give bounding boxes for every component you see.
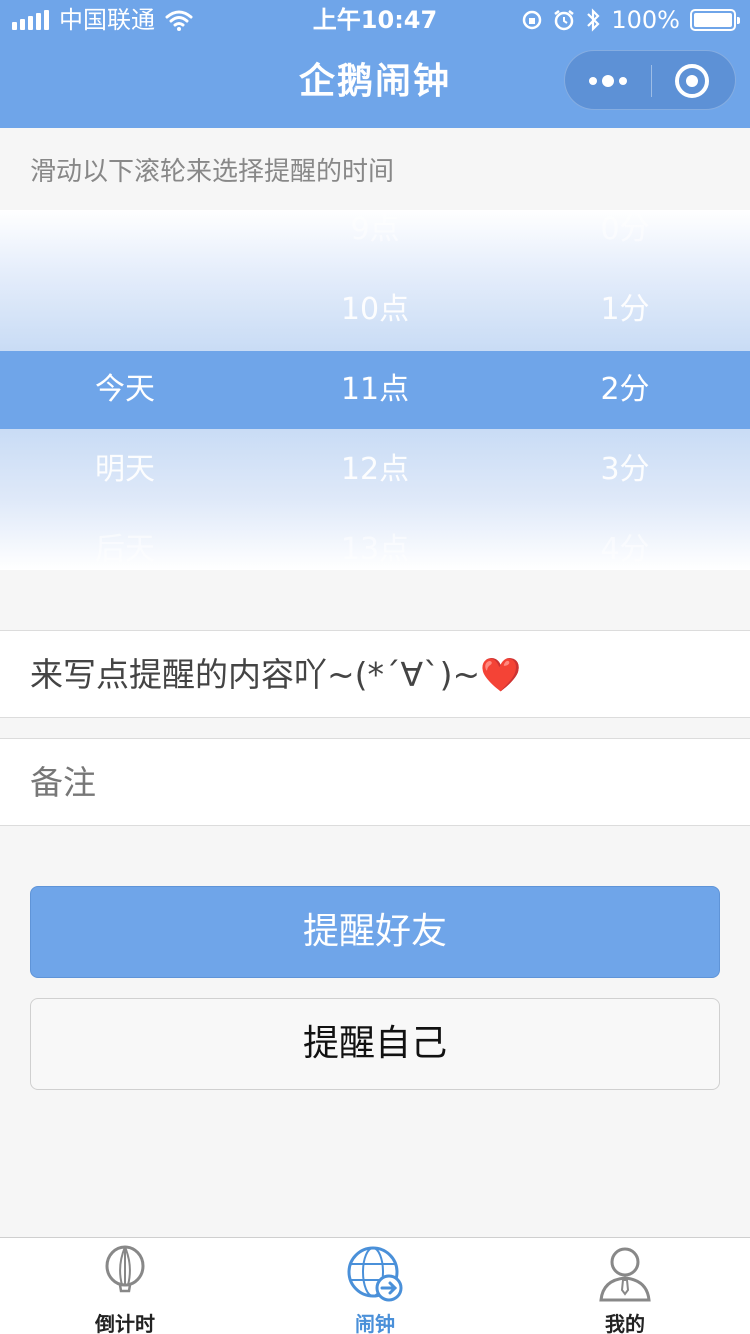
picker-option[interactable]: 10点 (250, 270, 500, 350)
balloon-icon (105, 1245, 145, 1293)
picker-option[interactable]: 明天 (0, 430, 250, 510)
remind-friend-button[interactable]: 提醒好友 (30, 886, 720, 978)
remind-self-button[interactable]: 提醒自己 (30, 998, 720, 1090)
tab-alarm[interactable]: 闹钟 (250, 1238, 500, 1334)
bluetooth-icon (587, 8, 600, 32)
rotation-lock-icon (523, 10, 542, 30)
tab-label: 闹钟 (355, 1312, 395, 1334)
hour-column[interactable]: 9点 10点 11点 12点 13点 (250, 210, 500, 570)
time-picker[interactable]: 今天 明天 后天 9点 10点 11点 12点 13点 0分 1分 2分 3分 … (0, 210, 750, 570)
tab-label: 倒计时 (95, 1312, 155, 1334)
picker-option[interactable] (0, 270, 250, 350)
close-miniprogram-button[interactable] (675, 64, 709, 98)
battery-percent: 100% (611, 6, 680, 34)
tab-countdown[interactable]: 倒计时 (0, 1238, 250, 1334)
tab-bar: 倒计时 闹钟 我的 (0, 1237, 750, 1334)
picker-option[interactable]: 3分 (500, 430, 750, 510)
tab-label: 我的 (605, 1312, 645, 1334)
picker-option[interactable]: 12点 (250, 430, 500, 510)
picker-option-selected[interactable]: 今天 (0, 350, 250, 430)
day-column[interactable]: 今天 明天 后天 (0, 210, 250, 570)
user-icon (599, 1247, 651, 1302)
picker-option[interactable]: 1分 (500, 270, 750, 350)
alarm-icon (554, 10, 575, 31)
note-input[interactable] (30, 739, 720, 825)
picker-option[interactable]: 0分 (500, 210, 750, 270)
status-right: 100% (521, 0, 740, 40)
globe-arrow-icon (347, 1246, 403, 1302)
miniprogram-capsule (564, 50, 736, 110)
top-bar: 中国联通 上午10:47 100% 企鹅闹钟 (0, 0, 750, 128)
tab-mine[interactable]: 我的 (500, 1238, 750, 1334)
picker-hint: 滑动以下滚轮来选择提醒的时间 (30, 157, 395, 187)
app-screen: 中国联通 上午10:47 100% 企鹅闹钟 滑动以下滚轮来选择提醒的时间 今天… (0, 0, 750, 1334)
picker-option[interactable]: 9点 (250, 210, 500, 270)
picker-option-selected[interactable]: 11点 (250, 350, 500, 430)
status-bar: 中国联通 上午10:47 100% (0, 0, 750, 40)
reminder-content-input[interactable] (30, 631, 720, 717)
picker-option[interactable]: 4分 (500, 510, 750, 570)
picker-option[interactable] (0, 210, 250, 270)
dot-icon (602, 75, 614, 87)
dot-icon (619, 77, 627, 85)
note-field-row (0, 738, 750, 826)
dot-icon (589, 77, 597, 85)
picker-option[interactable]: 13点 (250, 510, 500, 570)
battery-icon (690, 9, 740, 31)
picker-option[interactable]: 后天 (0, 510, 250, 570)
content-field-row (0, 630, 750, 718)
picker-option-selected[interactable]: 2分 (500, 350, 750, 430)
minute-column[interactable]: 0分 1分 2分 3分 4分 (500, 210, 750, 570)
capsule-divider (651, 65, 652, 97)
more-menu-button[interactable] (565, 51, 651, 111)
